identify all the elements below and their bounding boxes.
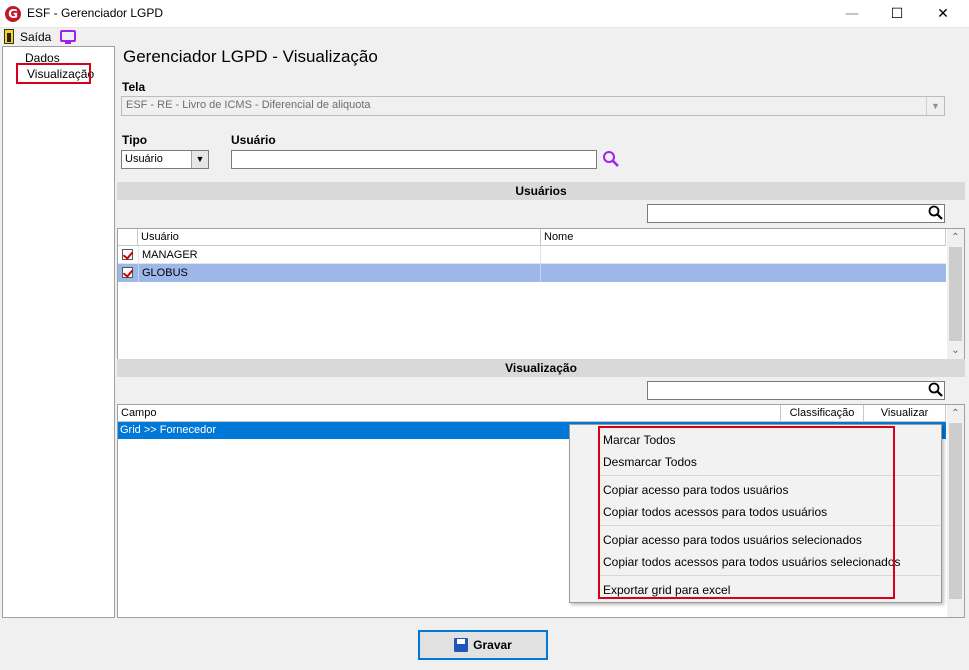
search-icon[interactable] <box>928 382 944 398</box>
search-icon[interactable] <box>601 150 621 168</box>
save-button[interactable]: Gravar <box>418 630 548 660</box>
search-icon[interactable] <box>928 205 944 221</box>
close-icon: ✕ <box>937 6 949 22</box>
chevron-down-icon[interactable]: ▼ <box>191 151 208 168</box>
close-button[interactable]: ✕ <box>920 0 966 28</box>
menu-bar: Saída <box>0 28 969 46</box>
exit-door-icon[interactable] <box>4 29 14 44</box>
minimize-button[interactable]: — <box>829 0 875 28</box>
usuario-label: Usuário <box>231 133 276 147</box>
cell-usuario: GLOBUS <box>138 264 541 282</box>
table-row[interactable]: MANAGER <box>118 246 946 264</box>
floppy-disk-icon <box>454 638 469 652</box>
maximize-icon: ☐ <box>890 6 904 22</box>
title-bar: G ESF - Gerenciador LGPD — ☐ ✕ <box>0 0 969 28</box>
column-header-usuario[interactable]: Usuário <box>138 229 541 246</box>
table-row[interactable]: GLOBUS <box>118 264 946 282</box>
checkbox-column-header <box>118 229 138 246</box>
tela-combo[interactable]: ESF - RE - Livro de ICMS - Diferencial d… <box>121 96 945 116</box>
maximize-button[interactable]: ☐ <box>874 0 920 28</box>
window-title: ESF - Gerenciador LGPD <box>27 6 164 20</box>
visualizacao-search-input[interactable] <box>647 381 945 400</box>
scroll-up-icon[interactable]: ⌃ <box>947 229 964 246</box>
tipo-label: Tipo <box>122 133 148 147</box>
row-checkbox[interactable] <box>122 249 133 260</box>
usuario-input[interactable] <box>231 150 597 169</box>
column-header-campo[interactable]: Campo <box>118 405 781 422</box>
column-header-visualizar[interactable]: Visualizar <box>864 405 946 422</box>
exit-menu-item[interactable]: Saída <box>20 30 51 44</box>
tree-selection-highlight <box>16 63 91 84</box>
column-header-nome[interactable]: Nome <box>541 229 946 246</box>
visualizacao-section-header: Visualização <box>117 359 965 377</box>
minimize-icon: — <box>845 6 859 22</box>
row-checkbox[interactable] <box>122 267 133 278</box>
context-menu-highlight <box>598 426 895 599</box>
navigation-tree: Dados Visualização <box>2 46 115 618</box>
scroll-up-icon[interactable]: ⌃ <box>947 405 964 422</box>
scrollbar-thumb[interactable] <box>949 247 962 341</box>
usuarios-grid: Usuário Nome MANAGER GLOBUS ⌃ ⌄ <box>117 228 965 360</box>
column-header-classificacao[interactable]: Classificação <box>781 405 864 422</box>
chevron-down-icon[interactable]: ▼ <box>926 97 944 115</box>
scrollbar-thumb[interactable] <box>949 423 962 599</box>
app-logo-icon: G <box>5 6 21 22</box>
page-title: Gerenciador LGPD - Visualização <box>123 47 378 66</box>
scroll-down-icon[interactable]: ⌄ <box>947 342 964 359</box>
cell-usuario: MANAGER <box>138 246 541 264</box>
cell-campo: Grid >> Fornecedor <box>120 424 216 436</box>
vertical-scrollbar[interactable]: ⌃ <box>947 405 964 617</box>
vertical-scrollbar[interactable]: ⌃ ⌄ <box>947 229 964 359</box>
monitor-icon[interactable] <box>60 30 76 44</box>
usuarios-search-input[interactable] <box>647 204 945 223</box>
tela-label: Tela <box>122 80 146 94</box>
save-button-label: Gravar <box>473 638 512 652</box>
usuarios-section-header: Usuários <box>117 182 965 200</box>
